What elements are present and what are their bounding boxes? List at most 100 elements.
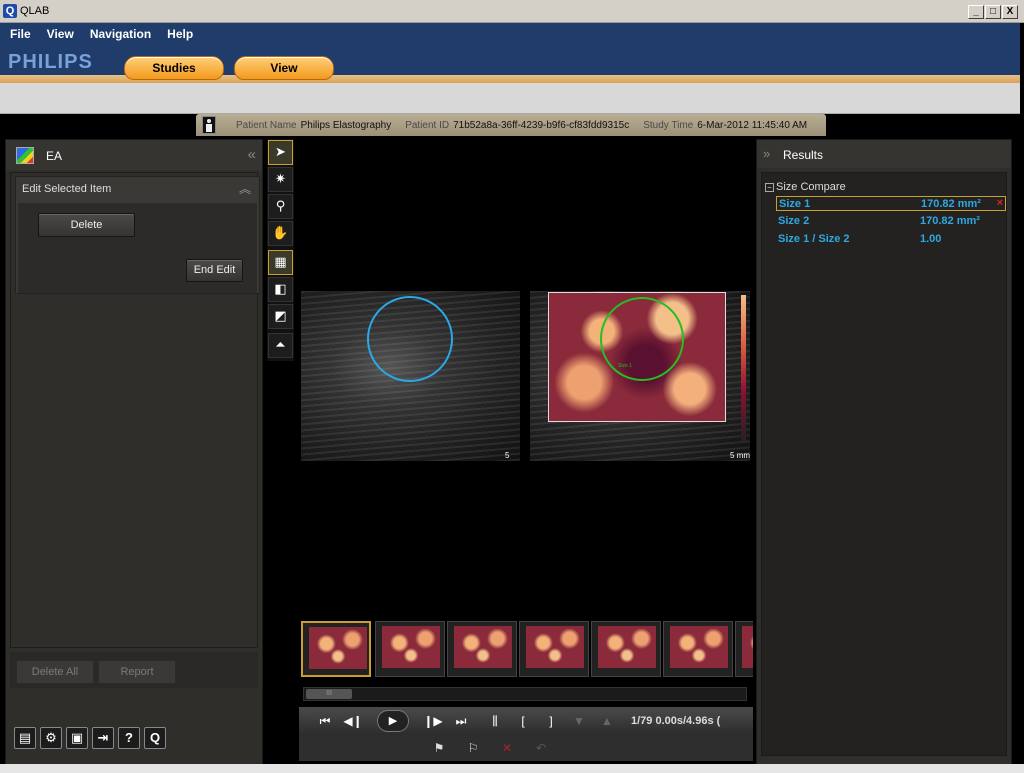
end-edit-button[interactable]: End Edit: [186, 259, 243, 282]
down-arrow-icon[interactable]: ▼: [565, 714, 593, 728]
settings-gears-icon[interactable]: ⚙: [40, 727, 62, 749]
frame-counter: 1/79 0.00s/4.96s (: [631, 715, 721, 727]
ea-panel: EA « Edit Selected Item ︽ Delete End Edi…: [5, 139, 263, 769]
scale-label-left: 5 mm: [505, 451, 518, 461]
play-icon[interactable]: ▶: [377, 710, 409, 732]
menu-view[interactable]: View: [47, 27, 74, 45]
collapse-up-icon[interactable]: ︽: [239, 180, 251, 197]
results-panel: » Results − Size Compare Size 1 170.82 mm…: [756, 139, 1012, 769]
contrast-tool-icon[interactable]: ◩: [268, 304, 293, 329]
qlab-window: Q QLAB _ □ X File View Navigation Help P…: [0, 0, 1024, 773]
playback-controls: ⏮ ◀❙ ▶ ❙▶ ⏭ ⫼ [ ] ▼ ▲ 1/79 0.00s/4.96s (: [299, 707, 753, 735]
thumbnail-3[interactable]: [447, 621, 517, 677]
result-value: 170.82 mm²: [921, 198, 981, 210]
philips-logo: PHILIPS: [8, 51, 93, 73]
tab-view[interactable]: View: [234, 56, 334, 80]
title-bar: Q QLAB _ □ X: [0, 0, 1024, 23]
report-button[interactable]: Report: [98, 660, 176, 684]
result-row[interactable]: Size 1 170.82 mm² ×: [776, 196, 1006, 211]
result-row[interactable]: Size 2 170.82 mm²: [776, 214, 1006, 229]
first-frame-icon[interactable]: ⏮: [311, 714, 339, 729]
edit-section-title: Edit Selected Item: [22, 183, 112, 195]
bmode-ultrasound-image[interactable]: 5 mm: [301, 291, 520, 461]
image-viewport[interactable]: 5 mm Size 1 5 mm: [296, 139, 753, 615]
export-icon[interactable]: ⇥: [92, 727, 114, 749]
patient-id-value: 71b52a8a-36ff-4239-b9f6-cf83fdd9315c: [453, 119, 630, 131]
color-scale-bar: [741, 295, 746, 441]
flag-start-icon[interactable]: ⚑: [427, 741, 451, 755]
edit-selected-item-section: Edit Selected Item ︽ Delete End Edit: [15, 176, 260, 294]
result-name: Size 1 / Size 2: [778, 233, 850, 245]
results-title: Results: [783, 148, 824, 162]
collapse-left-icon[interactable]: «: [248, 146, 256, 163]
delete-all-button[interactable]: Delete All: [16, 660, 94, 684]
study-time-value: 6-Mar-2012 11:45:40 AM: [697, 119, 808, 131]
panel-tool-icons: ▤ ⚙ ▣ ⇥ ? Q: [14, 727, 166, 749]
menu-navigation[interactable]: Navigation: [90, 27, 151, 45]
roi-circle-blue[interactable]: [367, 296, 453, 382]
roi-circle-green[interactable]: [600, 297, 684, 381]
status-bar: [0, 764, 1024, 773]
app-header: File View Navigation Help PHILIPS Studie…: [0, 23, 1020, 83]
zoom-tool-icon[interactable]: ⚲: [268, 194, 293, 219]
results-group[interactable]: − Size Compare: [765, 181, 846, 193]
result-value: 170.82 mm²: [920, 215, 980, 227]
result-row[interactable]: Size 1 / Size 2 1.00: [776, 232, 1006, 247]
scale-label-right: 5 mm: [730, 451, 750, 460]
up-arrow-icon[interactable]: ▲: [593, 714, 621, 728]
tab-studies[interactable]: Studies: [124, 56, 224, 80]
maximize-button[interactable]: □: [985, 5, 1001, 19]
elastography-app-icon: [16, 147, 34, 164]
menu-help[interactable]: Help: [167, 27, 193, 45]
results-header: » Results: [757, 140, 1011, 168]
step-forward-icon[interactable]: ❙▶: [419, 714, 447, 728]
minimize-button[interactable]: _: [968, 5, 984, 19]
thumbnail-5[interactable]: [591, 621, 661, 677]
end-bracket-icon[interactable]: ]: [537, 714, 565, 728]
flag-end-icon[interactable]: ⚐: [461, 741, 485, 755]
patient-id-label: Patient ID: [405, 119, 450, 131]
results-list: − Size Compare Size 1 170.82 mm² × Size 2…: [761, 172, 1007, 756]
last-frame-icon[interactable]: ⏭: [447, 714, 475, 729]
measure-tool-icon[interactable]: ⏶: [268, 333, 293, 358]
save-disk-icon[interactable]: ▣: [66, 727, 88, 749]
brightness-tool-icon[interactable]: ✷: [268, 167, 293, 192]
split-frames-icon[interactable]: ⫼: [481, 714, 509, 729]
study-time-label: Study Time: [643, 119, 694, 131]
patient-name-value: Philips Elastography: [300, 119, 392, 131]
timeline-scroll-thumb[interactable]: III: [306, 689, 352, 699]
timeline-scrollbar[interactable]: III: [303, 687, 747, 701]
close-button[interactable]: X: [1002, 5, 1018, 19]
result-name: Size 2: [778, 215, 810, 227]
thumbnail-2[interactable]: [375, 621, 445, 677]
expand-results-icon[interactable]: »: [763, 146, 770, 161]
qlab-q-icon[interactable]: Q: [144, 727, 166, 749]
pointer-tool-icon[interactable]: ➤: [268, 140, 293, 165]
patient-info-bar: Patient Name Philips Elastography Patien…: [196, 114, 826, 136]
collapse-group-icon[interactable]: −: [765, 183, 774, 192]
ea-panel-header: EA «: [6, 140, 262, 170]
thumbnail-6[interactable]: [663, 621, 733, 677]
thumbnail-7[interactable]: [735, 621, 753, 677]
start-bracket-icon[interactable]: [: [509, 714, 537, 728]
patient-person-icon[interactable]: [202, 116, 216, 134]
layout-tool-icon[interactable]: ◧: [268, 277, 293, 302]
thumbnail-1[interactable]: [301, 621, 371, 677]
delete-button[interactable]: Delete: [38, 213, 135, 237]
roi-size-label: Size 1: [618, 363, 632, 369]
delete-result-icon[interactable]: ×: [997, 197, 1003, 209]
image-tools-column: ➤ ✷ ⚲ ✋ ▦ ◧ ◩ ⏶: [267, 139, 294, 361]
panel-actions-area: Delete All Report: [10, 652, 258, 688]
clear-marks-icon[interactable]: ✕: [495, 741, 519, 755]
film-strip-icon[interactable]: ▤: [14, 727, 36, 749]
undo-icon[interactable]: ↶: [529, 741, 553, 755]
elastography-image[interactable]: Size 1 5 mm: [530, 291, 750, 461]
window-title: QLAB: [20, 5, 50, 17]
pan-hand-tool-icon[interactable]: ✋: [268, 221, 293, 246]
menu-file[interactable]: File: [10, 27, 31, 45]
color-map-tool-icon[interactable]: ▦: [268, 250, 293, 275]
result-name: Size 1: [779, 198, 811, 210]
thumbnail-4[interactable]: [519, 621, 589, 677]
help-icon[interactable]: ?: [118, 727, 140, 749]
step-back-icon[interactable]: ◀❙: [339, 714, 367, 728]
